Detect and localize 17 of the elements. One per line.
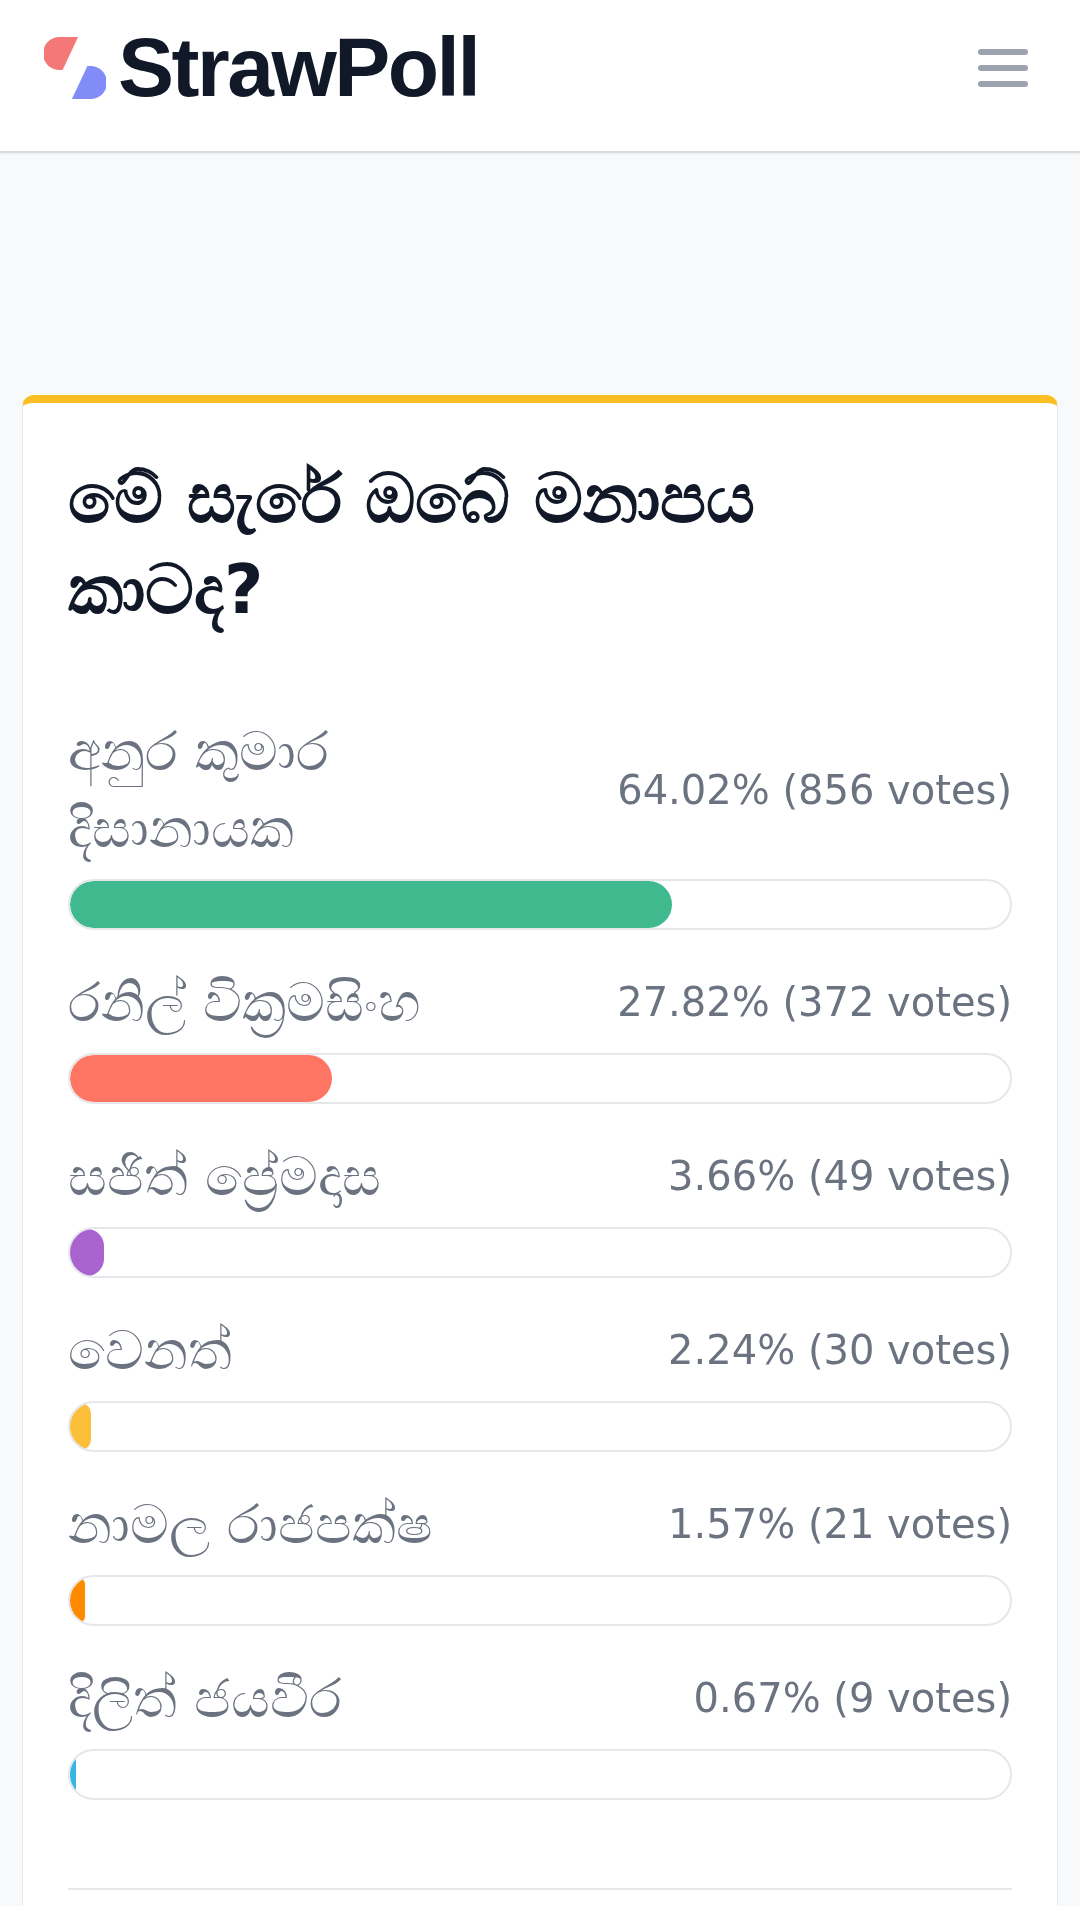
option-label: අනුර කුමාර දිසානායක — [68, 719, 331, 864]
option-label: සජිත් ප්‍රේමදාස — [68, 1138, 382, 1215]
menu-button[interactable] — [978, 48, 1028, 87]
menu-icon — [978, 48, 1028, 87]
vote-result: 3.66% (49 votes) — [668, 1152, 1012, 1201]
logo-text[interactable]: StrawPoll — [118, 30, 479, 105]
vote-result: 2.24% (30 votes) — [668, 1326, 1012, 1375]
option-label: වෙනත් — [68, 1318, 232, 1384]
option-label: රනිල් වික්‍රමසිංහ — [68, 964, 422, 1041]
logo-icon — [44, 36, 106, 99]
vote-result: 1.57% (21 votes) — [668, 1500, 1012, 1549]
vote-result: 27.82% (372 votes) — [617, 978, 1012, 1027]
vote-result: 64.02% (856 votes) — [617, 765, 1012, 815]
option-label: දිලිත් ජයවීර — [68, 1666, 343, 1734]
poll-question: මේ සැරේ ඔබේ මනාපය කාටද? — [68, 453, 888, 635]
option-label: නාමල රාජපක්ෂ — [68, 1492, 434, 1559]
vote-result: 0.67% (9 votes) — [693, 1674, 1012, 1723]
